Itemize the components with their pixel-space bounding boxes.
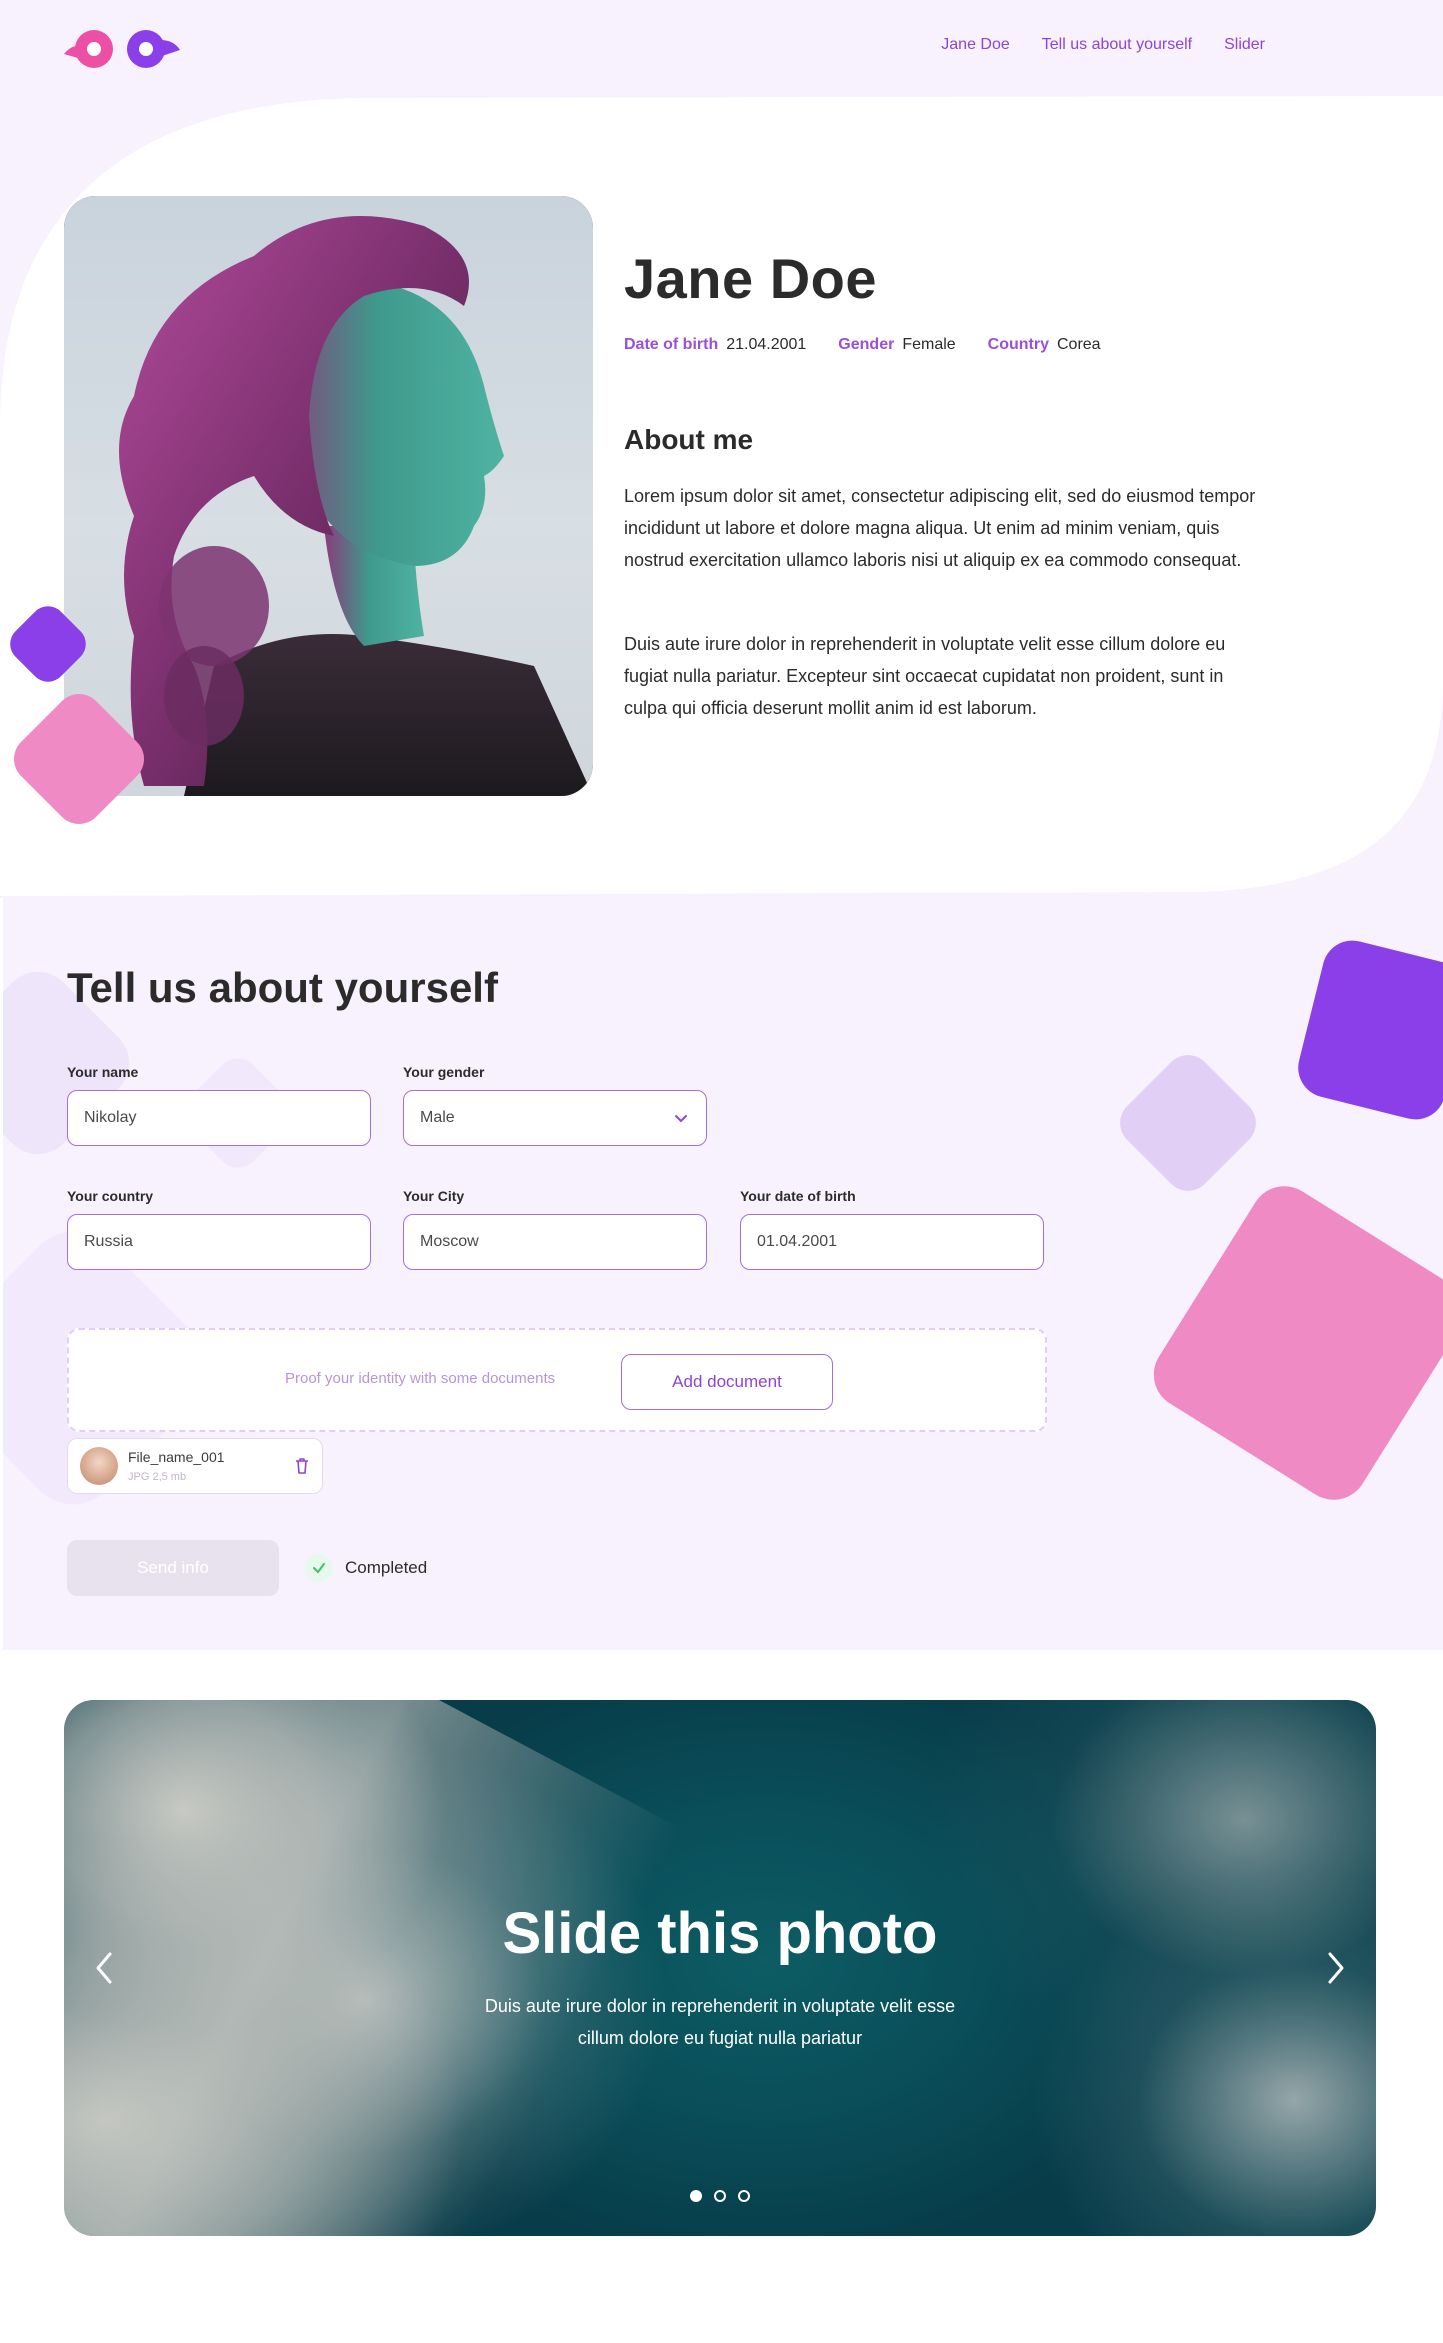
photo-slider[interactable]: Slide this photo Duis aute irure dolor i… <box>64 1700 1376 2236</box>
dob-label: Your date of birth <box>740 1188 856 1204</box>
slide-title: Slide this photo <box>502 1901 938 1966</box>
gender-select[interactable]: Male <box>403 1090 707 1146</box>
file-name: File_name_001 <box>128 1449 225 1465</box>
document-dropzone[interactable]: Proof your identity with some documents … <box>67 1328 1047 1432</box>
profile-photo <box>64 196 593 796</box>
city-input[interactable]: Moscow <box>403 1214 707 1270</box>
dob-input[interactable]: 01.04.2001 <box>740 1214 1044 1270</box>
gender-value: Male <box>420 1109 455 1126</box>
main-nav: Jane Doe Tell us about yourself Slider <box>941 36 1265 54</box>
slider-dot-2[interactable] <box>714 2190 726 2202</box>
profile-meta: Date of birth 21.04.2001 Gender Female Cou… <box>624 336 1101 354</box>
trash-icon[interactable] <box>294 1457 310 1475</box>
site-header: Jane Doe Tell us about yourself Slider <box>0 0 1443 96</box>
about-paragraph-1: Lorem ipsum dolor sit amet, consectetur … <box>624 486 1256 570</box>
name-label: Your name <box>67 1064 139 1080</box>
about-form-section: Tell us about yourself Your name Nikolay… <box>3 898 1443 1650</box>
about-title: About me <box>624 424 754 455</box>
status-label: Completed <box>345 1558 428 1577</box>
uploaded-file-card: File_name_001 JPG 2,5 mb <box>67 1438 323 1494</box>
profile-name: Jane Doe <box>624 247 877 310</box>
add-document-button[interactable]: Add document <box>621 1354 833 1410</box>
chevron-down-icon[interactable] <box>672 1109 690 1127</box>
lilac-decor-shape <box>1110 1045 1266 1201</box>
purple-decor-shape <box>1291 934 1443 1126</box>
country-label: Your country <box>67 1188 154 1204</box>
nav-link-slider[interactable]: Slider <box>1224 36 1265 54</box>
nav-link-jane-doe[interactable]: Jane Doe <box>941 36 1010 54</box>
meta-country: Country Corea <box>987 336 1101 353</box>
file-meta: JPG 2,5 mb <box>128 1471 187 1483</box>
upload-hint: Proof your identity with some documents <box>285 1370 556 1387</box>
slider-dot-3[interactable] <box>738 2190 750 2202</box>
gender-label: Your gender <box>403 1064 485 1080</box>
pink-decor-shape <box>1140 1173 1443 1513</box>
meta-gender: Gender Female <box>838 336 956 353</box>
country-input[interactable]: Russia <box>67 1214 371 1270</box>
slide-text-line-1: Duis aute irure dolor in reprehenderit i… <box>484 1996 956 2016</box>
slide-text: Duis aute irure dolor in reprehenderit i… <box>444 1990 996 2054</box>
slider-dot-1[interactable] <box>690 2190 702 2202</box>
logo-icon[interactable] <box>64 26 180 72</box>
check-icon <box>305 1554 333 1582</box>
name-input[interactable]: Nikolay <box>67 1090 371 1146</box>
about-paragraph-2: Duis aute irure dolor in reprehenderit i… <box>624 634 1226 718</box>
file-thumbnail <box>80 1447 118 1485</box>
status-completed: Completed <box>305 1554 427 1582</box>
slider-dots <box>690 2190 750 2202</box>
slide-text-line-2: cillum dolore eu fugiat nulla pariatur <box>577 2028 863 2048</box>
send-info-button[interactable]: Send info <box>67 1540 279 1596</box>
city-label: Your City <box>403 1188 465 1204</box>
nav-link-tell-us[interactable]: Tell us about yourself <box>1042 36 1192 54</box>
meta-dob: Date of birth 21.04.2001 <box>624 336 807 353</box>
form-title: Tell us about yourself <box>67 964 498 1011</box>
